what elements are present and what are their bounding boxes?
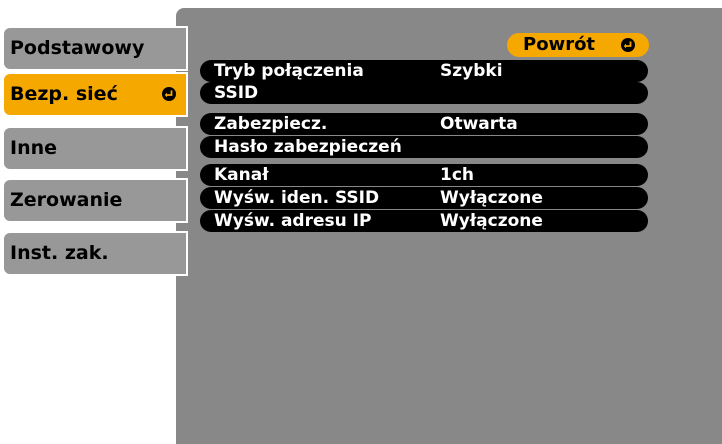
tab-podstawowy[interactable]: Podstawowy	[2, 26, 188, 71]
tab-label: Inne	[10, 137, 58, 159]
setting-label: Wyśw. adresu IP	[214, 211, 372, 231]
setting-label: Kanał	[214, 165, 269, 185]
setting-label: Wyśw. iden. SSID	[214, 188, 380, 208]
setting-label: Zabezpiecz.	[214, 114, 328, 134]
back-button-label: Powrót	[523, 34, 596, 55]
enter-icon	[621, 38, 635, 52]
tab-inst-zak[interactable]: Inst. zak.	[2, 231, 188, 276]
tab-zerowanie[interactable]: Zerowanie	[2, 178, 188, 223]
setting-row-zabezpiecz[interactable]: Zabezpiecz. Otwarta	[200, 113, 648, 135]
setting-value: Otwarta	[440, 114, 518, 134]
setting-row-kanal[interactable]: Kanał 1ch	[200, 164, 648, 186]
setting-row-tryb-polaczenia[interactable]: Tryb połączenia Szybki	[200, 60, 648, 82]
setting-label: SSID	[214, 83, 259, 103]
tab-label: Zerowanie	[10, 189, 123, 211]
setting-label: Tryb połączenia	[214, 61, 364, 81]
setting-row-wysw-adresu-ip[interactable]: Wyśw. adresu IP Wyłączone	[200, 210, 648, 232]
setting-row-haslo-zabezpieczen[interactable]: Hasło zabezpieczeń	[200, 136, 648, 158]
tab-bezp-siec[interactable]: Bezp. sieć	[2, 72, 188, 117]
setting-value: Szybki	[440, 61, 503, 81]
setting-value: Wyłączone	[440, 211, 543, 231]
enter-icon	[162, 87, 176, 101]
tab-inne[interactable]: Inne	[2, 126, 188, 171]
tab-label: Bezp. sieć	[10, 83, 118, 105]
setting-label: Hasło zabezpieczeń	[214, 137, 402, 157]
setting-row-ssid[interactable]: SSID	[200, 82, 648, 104]
back-button[interactable]: Powrót	[507, 33, 649, 57]
tab-label: Podstawowy	[10, 37, 145, 59]
setting-row-wysw-iden-ssid[interactable]: Wyśw. iden. SSID Wyłączone	[200, 187, 648, 209]
setting-value: Wyłączone	[440, 188, 543, 208]
tab-label: Inst. zak.	[10, 242, 109, 264]
setting-value: 1ch	[440, 165, 475, 185]
